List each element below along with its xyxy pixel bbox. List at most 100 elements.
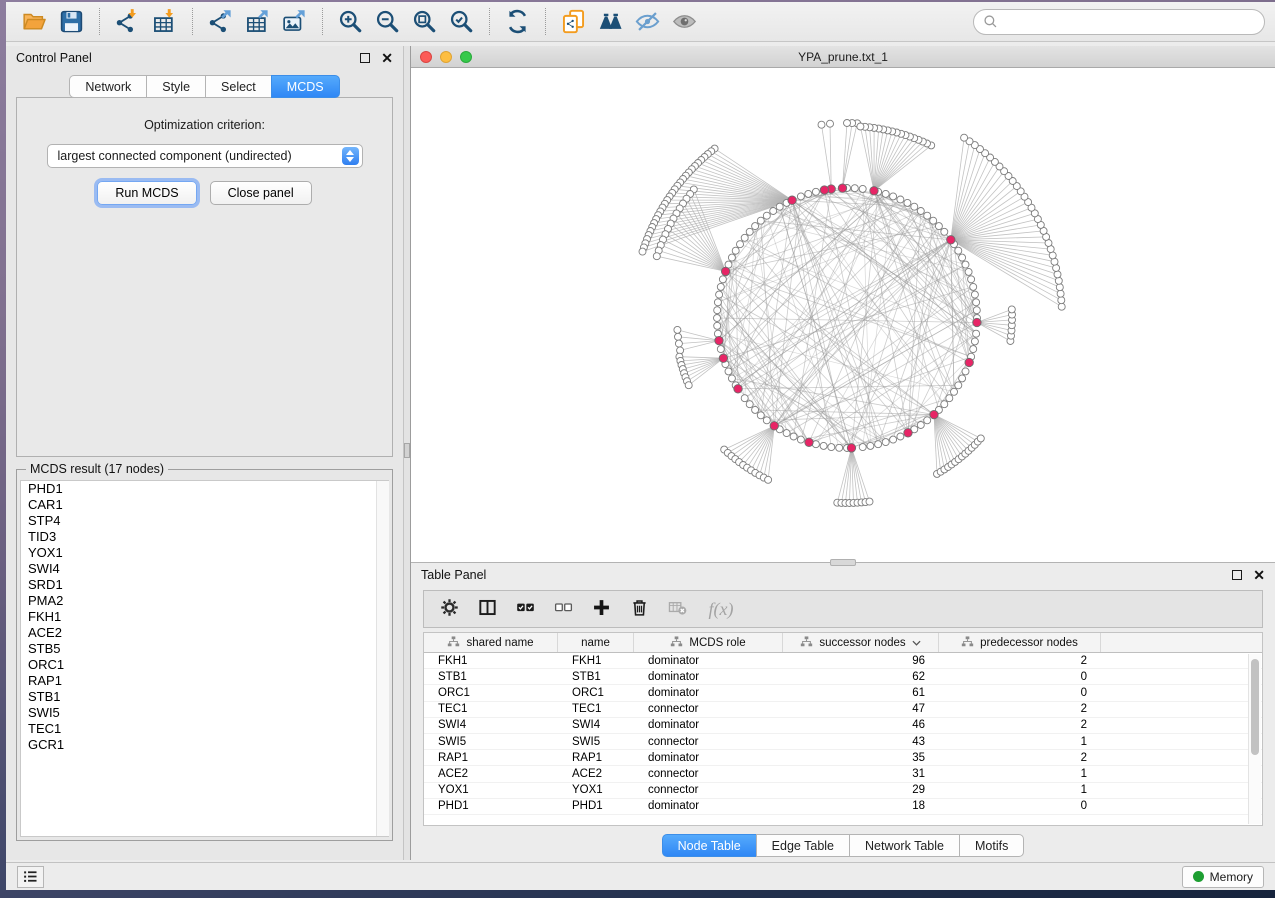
mcds-result-item[interactable]: FKH1: [21, 609, 388, 625]
mcds-result-item[interactable]: STB5: [21, 641, 388, 657]
zoom-in-icon: [337, 8, 364, 35]
zoom-out-button[interactable]: [369, 6, 406, 38]
table-cell: 2: [939, 719, 1101, 731]
network-graph[interactable]: [411, 68, 1275, 562]
table-toolbar: f(x): [423, 590, 1263, 628]
mcds-result-item[interactable]: PMA2: [21, 593, 388, 609]
add-button[interactable]: [585, 594, 618, 624]
column-header-MCDS-role[interactable]: MCDS role: [634, 633, 783, 652]
export-network-button[interactable]: [202, 6, 239, 38]
tab-select[interactable]: Select: [205, 75, 271, 98]
mcds-list-scrollbar[interactable]: [376, 481, 389, 836]
columns-button[interactable]: [471, 594, 504, 624]
settings-button[interactable]: [433, 594, 466, 624]
column-header-shared-name[interactable]: shared name: [424, 633, 558, 652]
table-row[interactable]: FKH1FKH1dominator962: [424, 653, 1262, 669]
mcds-result-item[interactable]: STB1: [21, 689, 388, 705]
table-row[interactable]: SWI4SWI4dominator462: [424, 718, 1262, 734]
close-panel-icon[interactable]: ✕: [381, 53, 393, 63]
mcds-result-list: PHD1CAR1STP4TID3YOX1SWI4SRD1PMA2FKH1ACE2…: [20, 480, 389, 837]
mcds-result-item[interactable]: ACE2: [21, 625, 388, 641]
network-canvas[interactable]: [411, 68, 1275, 562]
zoom-fit-button[interactable]: [406, 6, 443, 38]
mcds-result-item[interactable]: ORC1: [21, 657, 388, 673]
export-table-button[interactable]: [239, 6, 276, 38]
tab-mcds[interactable]: MCDS: [271, 75, 340, 98]
mcds-result-item[interactable]: RAP1: [21, 673, 388, 689]
tab-motifs[interactable]: Motifs: [959, 834, 1024, 857]
mcds-result-item[interactable]: SRD1: [21, 577, 388, 593]
export-network-icon: [207, 8, 234, 35]
table-cell: ACE2: [424, 768, 558, 780]
tab-style[interactable]: Style: [146, 75, 205, 98]
mcds-result-item[interactable]: PHD1: [21, 481, 388, 497]
import-network-button[interactable]: [109, 6, 146, 38]
mcds-result-item[interactable]: SWI5: [21, 705, 388, 721]
clone-network-button[interactable]: [555, 6, 592, 38]
memory-button[interactable]: Memory: [1182, 866, 1264, 888]
run-mcds-button[interactable]: Run MCDS: [97, 181, 196, 205]
search-input[interactable]: [1004, 15, 1255, 29]
show-hide-button[interactable]: [629, 6, 666, 38]
toolbar-groups: [16, 6, 703, 38]
refresh-button[interactable]: [499, 6, 536, 38]
table-row[interactable]: SWI5SWI5connector431: [424, 734, 1262, 750]
mcds-result-item[interactable]: CAR1: [21, 497, 388, 513]
select-all-button[interactable]: [509, 594, 542, 624]
tab-node-table[interactable]: Node Table: [662, 834, 756, 857]
table-row[interactable]: ORC1ORC1dominator610: [424, 685, 1262, 701]
splitter-handle[interactable]: [404, 443, 410, 458]
column-header-name[interactable]: name: [558, 633, 634, 652]
mcds-result-item[interactable]: SWI4: [21, 561, 388, 577]
preview-icon: [671, 8, 698, 35]
save-button[interactable]: [53, 6, 90, 38]
column-header-successor-nodes[interactable]: successor nodes: [783, 633, 939, 652]
table-row[interactable]: ACE2ACE2connector311: [424, 766, 1262, 782]
mcds-result-item[interactable]: GCR1: [21, 737, 388, 753]
zoom-in-button[interactable]: [332, 6, 369, 38]
table-panel-title: Table Panel: [421, 568, 486, 582]
close-table-panel-icon[interactable]: ✕: [1253, 570, 1265, 580]
task-history-button[interactable]: [17, 866, 44, 888]
table-row[interactable]: RAP1RAP1dominator352: [424, 750, 1262, 766]
column-header-filler: [1101, 633, 1262, 652]
table-cell: SWI5: [558, 736, 634, 748]
vertical-splitter[interactable]: [403, 46, 411, 860]
deselect-all-button[interactable]: [547, 594, 580, 624]
table-cell: 31: [783, 768, 939, 780]
export-image-button[interactable]: [276, 6, 313, 38]
mcds-result-item[interactable]: TID3: [21, 529, 388, 545]
mcds-result-item[interactable]: TEC1: [21, 721, 388, 737]
mcds-result-item[interactable]: YOX1: [21, 545, 388, 561]
table-row[interactable]: YOX1YOX1connector291: [424, 783, 1262, 799]
float-panel-icon[interactable]: [360, 53, 370, 63]
tab-edge-table[interactable]: Edge Table: [756, 834, 849, 857]
open-button[interactable]: [16, 6, 53, 38]
table-scrollbar-thumb[interactable]: [1251, 659, 1259, 755]
mcds-result-item[interactable]: STP4: [21, 513, 388, 529]
optimization-criterion-select[interactable]: largest connected component (undirected): [47, 144, 363, 168]
maximize-window-icon[interactable]: [460, 51, 472, 63]
zoom-selected-button[interactable]: [443, 6, 480, 38]
table-cell: 47: [783, 703, 939, 715]
close-panel-button[interactable]: Close panel: [210, 181, 312, 205]
table-row[interactable]: PHD1PHD1dominator180: [424, 799, 1262, 815]
table-tabs: Node TableEdge TableNetwork TableMotifs: [411, 834, 1275, 857]
tab-network-table[interactable]: Network Table: [849, 834, 959, 857]
mcds-result-title: MCDS result (17 nodes): [26, 462, 168, 476]
first-neighbors-button[interactable]: [592, 6, 629, 38]
table-row[interactable]: TEC1TEC1connector472: [424, 702, 1262, 718]
preview-button[interactable]: [666, 6, 703, 38]
search-box[interactable]: [973, 9, 1265, 35]
tab-network[interactable]: Network: [69, 75, 146, 98]
table-row[interactable]: STB1STB1dominator620: [424, 669, 1262, 685]
table-cell: connector: [634, 736, 783, 748]
import-table-button[interactable]: [146, 6, 183, 38]
float-table-panel-icon[interactable]: [1232, 570, 1242, 580]
column-header-predecessor-nodes[interactable]: predecessor nodes: [939, 633, 1101, 652]
close-window-icon[interactable]: [420, 51, 432, 63]
table-cell: SWI4: [424, 719, 558, 731]
minimize-window-icon[interactable]: [440, 51, 452, 63]
delete-button[interactable]: [623, 594, 656, 624]
horizontal-splitter-handle[interactable]: [830, 559, 856, 566]
